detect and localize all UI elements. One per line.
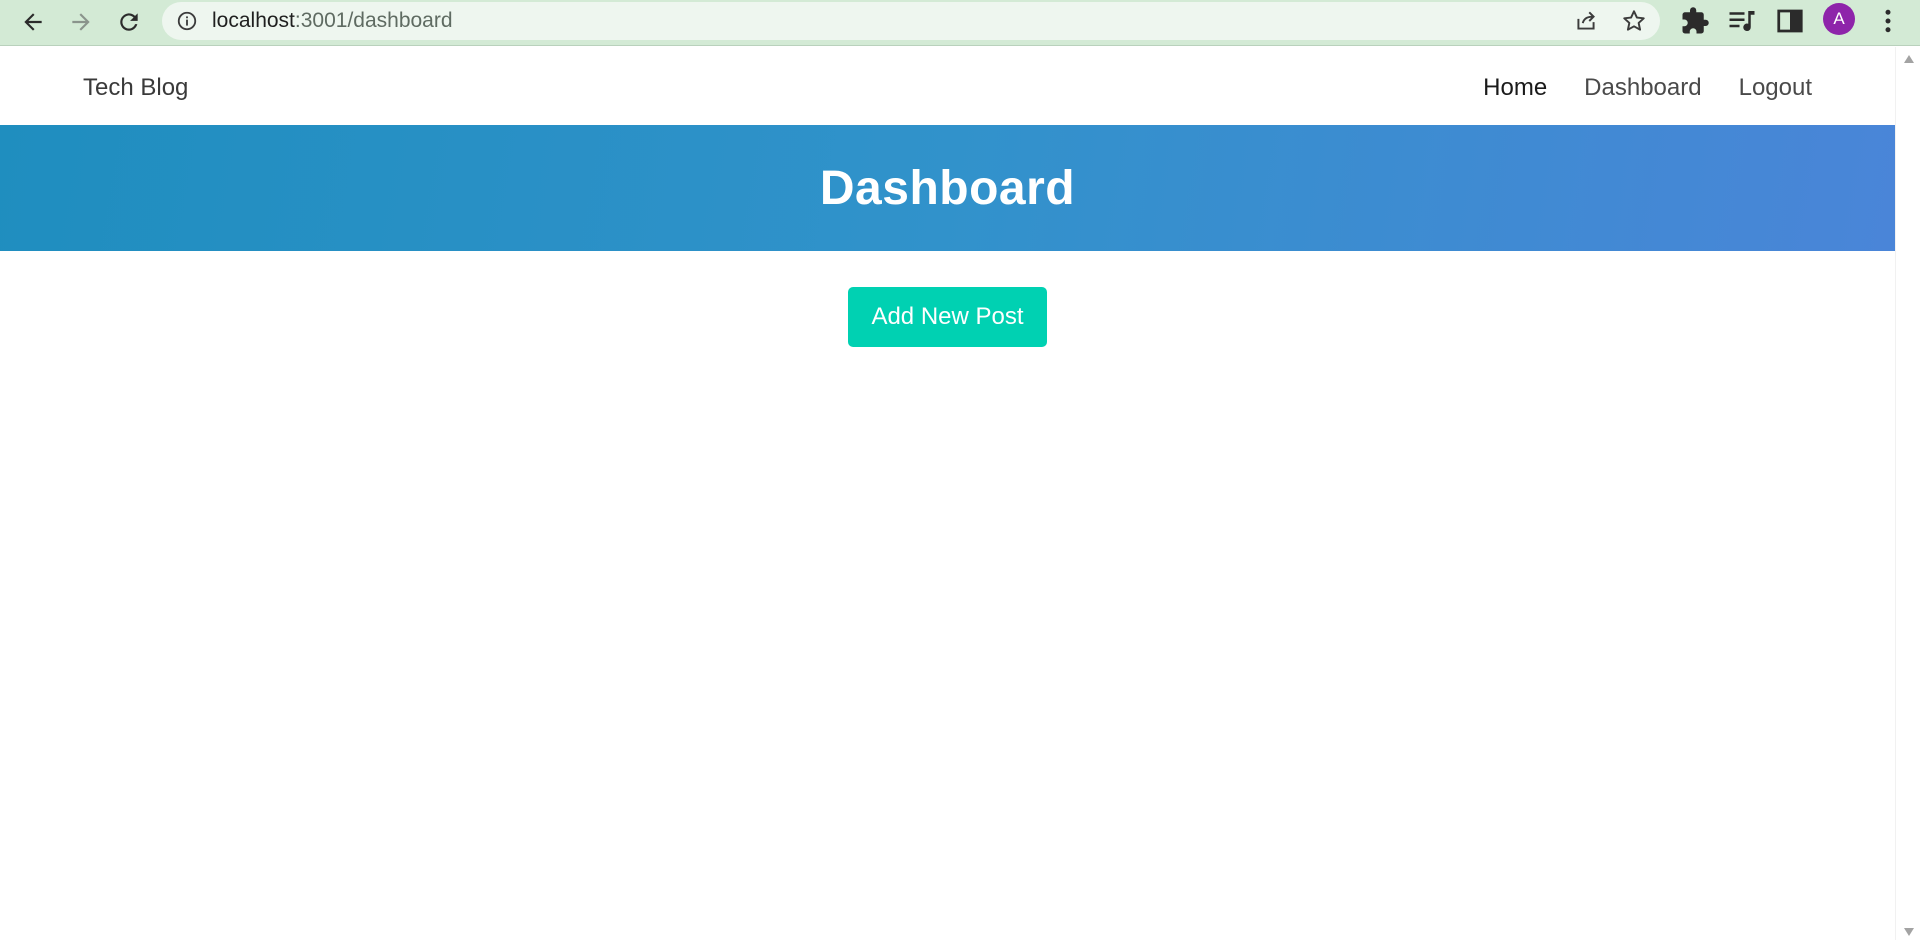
back-button[interactable] (15, 4, 51, 40)
add-new-post-button[interactable]: Add New Post (848, 287, 1047, 347)
share-icon[interactable] (1573, 8, 1599, 34)
page-viewport: Tech Blog Home Dashboard Logout Dashboar… (0, 47, 1895, 940)
scroll-down-arrow-icon[interactable] (1904, 928, 1914, 936)
address-bar[interactable]: localhost:3001/dashboard (162, 2, 1660, 40)
hero-banner: Dashboard (0, 125, 1895, 251)
media-queue-icon[interactable] (1727, 6, 1757, 36)
nav-link-home[interactable]: Home (1483, 74, 1547, 102)
reload-icon (120, 13, 138, 31)
reload-button[interactable] (111, 4, 147, 40)
back-arrow-icon (24, 13, 42, 31)
puzzle-icon[interactable] (1680, 6, 1710, 36)
profile-avatar[interactable]: A (1823, 3, 1855, 35)
browser-toolbar: localhost:3001/dashboard A (0, 0, 1920, 46)
page-title: Dashboard (819, 161, 1076, 215)
info-icon[interactable] (176, 10, 198, 32)
url-path: :3001/dashboard (294, 9, 453, 32)
brand-link[interactable]: Tech Blog (83, 74, 188, 102)
nav-link-dashboard[interactable]: Dashboard (1584, 74, 1701, 102)
star-icon[interactable] (1621, 8, 1647, 34)
forward-button[interactable] (63, 4, 99, 40)
url-host: localhost (212, 9, 295, 32)
scroll-up-arrow-icon[interactable] (1904, 55, 1914, 63)
site-navbar: Tech Blog Home Dashboard Logout (0, 47, 1895, 125)
forward-arrow-icon (72, 13, 90, 31)
nav-links: Home Dashboard Logout (1483, 74, 1812, 102)
vertical-scrollbar[interactable] (1895, 47, 1920, 940)
kebab-menu-icon[interactable] (1873, 6, 1903, 36)
side-panel-icon[interactable] (1775, 6, 1805, 36)
url-text[interactable]: localhost:3001/dashboard (212, 10, 453, 32)
nav-link-logout[interactable]: Logout (1739, 74, 1812, 102)
